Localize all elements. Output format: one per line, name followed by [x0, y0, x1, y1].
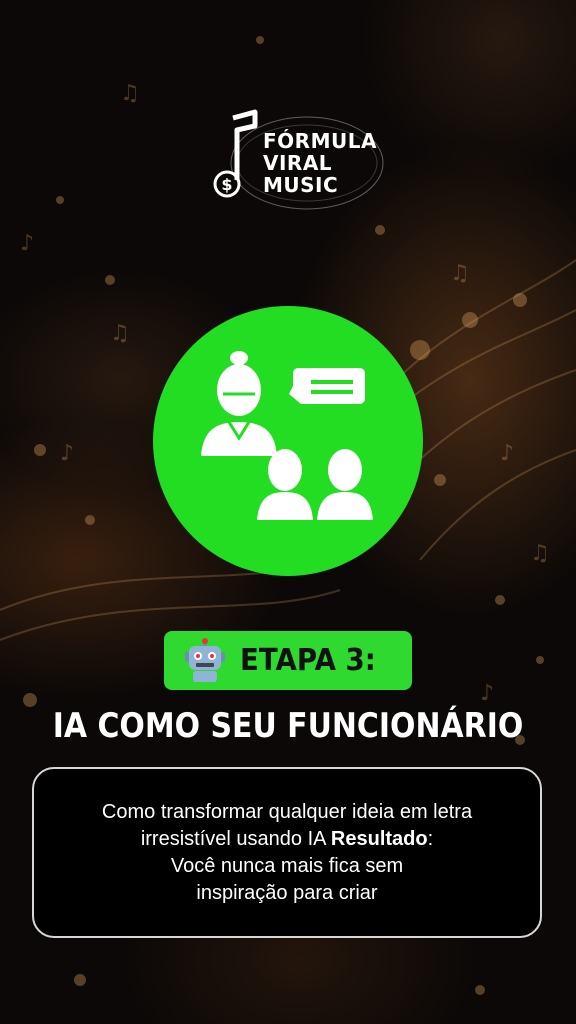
logo-line-viral: VIRAL	[263, 151, 333, 175]
logo-line-music: MUSIC	[263, 173, 339, 197]
description-line-1: Como transformar qualquer ideia em letra	[101, 800, 473, 823]
step-badge: ETAPA 3:	[164, 631, 412, 690]
robot-icon	[185, 637, 225, 682]
svg-text:♫: ♫	[450, 261, 470, 286]
description-line-2-text: irresistível usando IA	[140, 827, 331, 850]
description-colon: :	[427, 827, 434, 850]
description-line-4: inspiração para criar	[196, 881, 378, 904]
svg-text:♪: ♪	[60, 441, 74, 466]
logo-wordmark: FÓRMULA VIRAL MUSIC	[263, 130, 377, 196]
result-emphasis: Resultado	[330, 827, 428, 850]
step-label: ETAPA 3:	[240, 643, 376, 678]
presenter-with-audience-icon	[201, 351, 373, 520]
svg-text:$: $	[221, 175, 232, 194]
description-box: Como transformar qualquer ideia em letra…	[32, 767, 542, 938]
description-line-3: Você nunca mais fica sem	[170, 854, 404, 877]
logo-line-formula: FÓRMULA	[263, 129, 377, 153]
page-title: IA COMO SEU FUNCIONÁRIO	[52, 706, 524, 746]
svg-text:♫: ♫	[110, 321, 130, 346]
svg-text:♫: ♫	[530, 541, 550, 566]
svg-text:♪: ♪	[500, 441, 514, 466]
illustration-circle	[153, 306, 423, 576]
description-line-2: irresistível usando IA Resultado:	[141, 826, 433, 853]
svg-text:♫: ♫	[120, 81, 140, 106]
svg-text:♪: ♪	[480, 681, 494, 706]
brand-logo: $ FÓRMULA VIRAL MUSIC	[195, 108, 385, 216]
svg-text:♪: ♪	[20, 231, 34, 256]
